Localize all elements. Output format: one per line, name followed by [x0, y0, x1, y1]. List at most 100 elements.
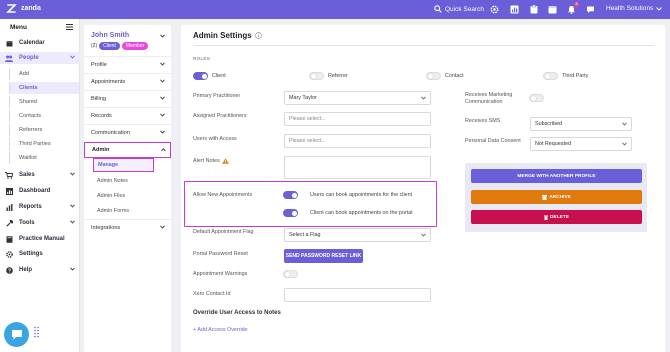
chevron-down-icon[interactable] [160, 34, 165, 38]
hamburger-icon[interactable] [66, 24, 73, 30]
personal-data-select[interactable]: Not Requested [530, 137, 632, 151]
notification-badge: 3 [574, 2, 579, 7]
sidebar-item-tools[interactable]: Tools [0, 217, 80, 229]
chevron-down-icon [622, 142, 627, 146]
profile-section-integrations[interactable]: Integrations [84, 219, 171, 235]
profile-section-appointments[interactable]: Appointments [84, 73, 171, 89]
receives-sms-label: Receives SMS [465, 118, 501, 124]
sidebar-item-people[interactable]: People [0, 52, 80, 64]
users-can-book-toggle[interactable] [283, 191, 298, 199]
chevron-down-icon [656, 6, 663, 11]
archive-button[interactable]: ARCHIVE [471, 190, 642, 204]
role-contact-toggle[interactable] [426, 72, 441, 80]
chevron-down-icon [622, 122, 627, 126]
top-bar: zanda Quick Search 3 Health Solutions [0, 0, 670, 19]
chart-icon[interactable] [509, 4, 520, 15]
select-value: Select a Flag [289, 232, 321, 238]
select-value: Subscribed [535, 121, 562, 127]
sidebar-subitem-referrers[interactable]: Referrers [9, 124, 79, 136]
profile-name[interactable]: John Smith [91, 32, 129, 39]
sidebar-item-dashboard[interactable]: Dashboard [0, 185, 80, 197]
bar-chart-icon [5, 203, 13, 211]
profile-actions-box: MERGE WITH ANOTHER PROFILE ARCHIVE DELET… [465, 163, 647, 232]
merge-profile-button[interactable]: MERGE WITH ANOTHER PROFILE [471, 169, 642, 183]
admin-subitem-manage[interactable]: Manage [93, 158, 154, 172]
admin-subitem-files[interactable]: Admin Files [84, 189, 171, 203]
role-referrer[interactable]: Referrer [309, 72, 348, 80]
account-menu[interactable]: Health Solutions [606, 5, 663, 12]
member-badge: Member [121, 42, 149, 50]
sidebar-item-reports[interactable]: Reports [0, 201, 80, 213]
role-referrer-toggle[interactable] [309, 72, 324, 80]
svg-text:?: ? [7, 268, 10, 274]
receives-marketing-toggle[interactable] [529, 94, 544, 102]
search-icon [434, 5, 442, 13]
send-password-reset-button[interactable]: SEND PASSWORD RESET LINK [284, 249, 363, 263]
client-badge: Client [99, 42, 120, 50]
quick-search[interactable]: Quick Search [434, 5, 484, 13]
role-contact[interactable]: Contact [426, 72, 464, 80]
sidebar-subitem-shared[interactable]: Shared [9, 96, 79, 108]
archive-icon [542, 194, 548, 200]
logo[interactable]: zanda [6, 3, 41, 14]
sidebar-subitem-contacts[interactable]: Contacts [9, 110, 79, 122]
logo-text: zanda [21, 5, 41, 12]
primary-practitioner-select[interactable]: Mary Taylor [284, 91, 431, 105]
role-label: Third Party [562, 73, 589, 79]
section-label: Billing [91, 95, 106, 102]
alert-notes-textarea[interactable] [284, 156, 431, 179]
trash-icon [544, 215, 549, 220]
bell-icon[interactable]: 3 [566, 2, 579, 15]
sidebar-item-label: Sales [19, 172, 35, 178]
sidebar-item-sales[interactable]: Sales [0, 169, 80, 181]
sidebar: Menu Calendar People Add Clients Shared … [0, 19, 80, 352]
profile-section-profile[interactable]: Profile [84, 56, 171, 72]
default-flag-select[interactable]: Select a Flag [284, 228, 431, 242]
admin-subitem-notes[interactable]: Admin Notes [84, 174, 171, 188]
add-access-override-link[interactable]: + Add Access Override [193, 327, 248, 333]
sidebar-subitem-add[interactable]: Add [9, 68, 79, 80]
menu-heading: Menu [10, 24, 27, 31]
sidebar-subitem-clients[interactable]: Clients [9, 82, 79, 94]
profile-section-billing[interactable]: Billing [84, 90, 171, 106]
client-can-book-toggle[interactable] [283, 209, 298, 217]
profile-panel: John Smith (2) Client Member Profile App… [84, 25, 171, 352]
profile-section-records[interactable]: Records [84, 107, 171, 123]
role-third-party-toggle[interactable] [543, 72, 558, 80]
sidebar-subitem-waitlist[interactable]: Waitlist [9, 152, 79, 164]
default-flag-label: Default Appointment Flag [193, 229, 254, 235]
assigned-practitioners-input[interactable]: Please select... [284, 112, 431, 126]
merge-button-label: MERGE WITH ANOTHER PROFILE [517, 173, 596, 179]
sidebar-item-settings[interactable]: Settings [0, 248, 80, 260]
calendar-icon[interactable] [547, 4, 558, 15]
receives-sms-select[interactable]: Subscribed [530, 117, 632, 131]
chat-icon[interactable] [585, 4, 596, 15]
delete-button[interactable]: DELETE [471, 210, 642, 224]
sidebar-item-help[interactable]: ? Help [0, 264, 80, 276]
role-third-party[interactable]: Third Party [543, 72, 588, 80]
profile-section-admin[interactable]: Admin [84, 142, 171, 158]
sidebar-item-practice-manual[interactable]: Practice Manual [0, 233, 80, 245]
info-icon[interactable] [254, 32, 262, 39]
profile-section-communication[interactable]: Communication [84, 124, 171, 140]
sidebar-item-calendar[interactable]: Calendar [0, 37, 80, 49]
appointment-warnings-toggle[interactable] [283, 270, 298, 278]
sidebar-item-label: Dashboard [19, 188, 51, 194]
chevron-down-icon [160, 113, 165, 117]
gear-icon[interactable] [489, 4, 500, 15]
help-icon: ? [5, 266, 13, 274]
chat-launcher-button[interactable] [4, 322, 29, 347]
admin-subitem-forms[interactable]: Admin Forms [84, 204, 171, 218]
divider [193, 45, 655, 46]
section-label: Profile [91, 61, 107, 68]
role-client-toggle[interactable] [193, 72, 208, 80]
xero-contact-input[interactable] [284, 288, 431, 302]
drag-handle-icon[interactable] [34, 326, 39, 338]
role-client[interactable]: Client [193, 72, 226, 80]
users-with-access-input[interactable]: Please select... [284, 134, 431, 148]
roles-heading: ROLES [193, 56, 211, 61]
clipboard-icon[interactable] [528, 4, 539, 15]
allow-new-appointments-highlight [184, 181, 437, 227]
chat-bubble-icon [11, 329, 23, 340]
sidebar-subitem-third-parties[interactable]: Third Parties [9, 138, 79, 150]
